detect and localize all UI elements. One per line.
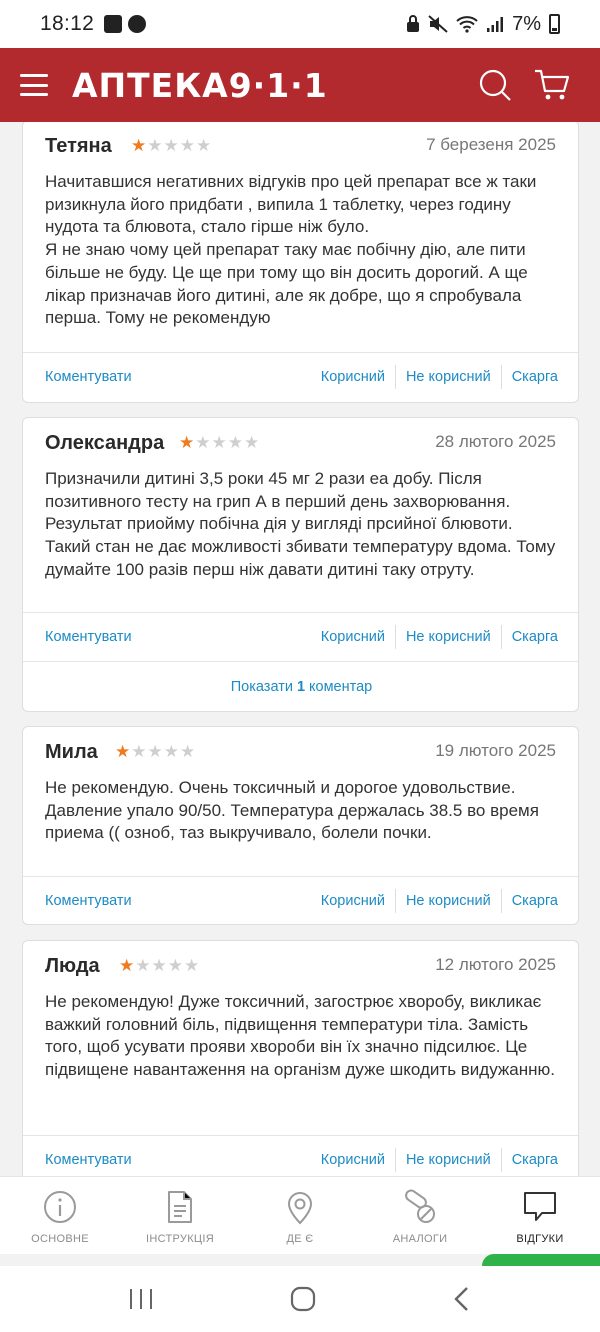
brand-logo[interactable]: АПТЕКА9·1·1 [72, 66, 328, 105]
star-empty-icon: ★ [196, 136, 212, 155]
complaint-button[interactable]: Скарга [512, 369, 558, 385]
review-author: Олександра [45, 432, 165, 454]
star-filled-icon: ★ [119, 956, 135, 975]
useful-button[interactable]: Корисний [321, 629, 385, 645]
star-empty-icon: ★ [180, 742, 196, 761]
review-text: Не рекомендую! Дуже токсичний, загострює… [45, 992, 555, 1080]
star-empty-icon: ★ [163, 742, 179, 761]
useful-button[interactable]: Корисний [321, 1152, 385, 1168]
review-date: 12 лютого 2025 [435, 955, 556, 974]
star-filled-icon: ★ [179, 433, 195, 452]
comments-count: 1 [296, 678, 306, 695]
search-icon[interactable] [478, 68, 512, 102]
pills-icon [405, 1189, 435, 1223]
star-empty-icon: ★ [179, 136, 195, 155]
star-empty-icon: ★ [195, 433, 211, 452]
comment-button[interactable]: Коментувати [45, 629, 132, 645]
menu-icon[interactable] [20, 74, 48, 96]
star-empty-icon: ★ [151, 956, 167, 975]
info-icon [44, 1191, 76, 1223]
tab-label: ВІДГУКИ [516, 1233, 564, 1245]
mute-icon [428, 15, 448, 33]
review-date: 28 лютого 2025 [435, 432, 556, 451]
bottom-tab-bar: ОСНОВНЕ ІНСТРУКЦІЯ ДЕ Є АНАЛОГИ ВІДГУКИ [0, 1176, 600, 1254]
tab-label: АНАЛОГИ [392, 1233, 448, 1245]
document-icon [168, 1191, 192, 1223]
useful-button[interactable]: Корисний [321, 893, 385, 909]
app-notification-icon [128, 15, 147, 33]
status-bar: 18:12 7% [0, 0, 600, 48]
review-text: Призначили дитині 3,5 роки 45 мг 2 рази … [45, 469, 556, 579]
chat-bubble-icon [524, 1192, 556, 1221]
not-useful-button[interactable]: Не корисний [406, 1152, 491, 1168]
lock-icon [407, 15, 420, 32]
star-empty-icon: ★ [244, 433, 260, 452]
review-author: Мила [45, 741, 98, 763]
comment-button[interactable]: Коментувати [45, 369, 132, 385]
star-empty-icon: ★ [211, 433, 227, 452]
review-actions: Коментувати Корисний Не корисний Скарга [23, 612, 578, 660]
not-useful-button[interactable]: Не корисний [406, 893, 491, 909]
comment-button[interactable]: Коментувати [45, 893, 132, 909]
star-empty-icon: ★ [131, 742, 147, 761]
star-empty-icon: ★ [167, 956, 183, 975]
star-filled-icon: ★ [115, 742, 131, 761]
star-empty-icon: ★ [135, 956, 151, 975]
star-empty-icon: ★ [227, 433, 243, 452]
tab-label: ОСНОВНЕ [31, 1233, 89, 1245]
tab-main[interactable]: ОСНОВНЕ [0, 1177, 120, 1254]
review-card: Олександра ★ ★ ★ ★ ★ 28 лютого 2025 Призначи… [22, 417, 579, 712]
useful-button[interactable]: Корисний [321, 369, 385, 385]
status-time: 18:12 [40, 12, 95, 35]
review-actions: Коментувати Корисний Не корисний Скарга [23, 352, 578, 400]
tab-instruction[interactable]: ІНСТРУКЦІЯ [120, 1177, 240, 1254]
review-text: Начитавшися негативних відгуків про цей … [45, 172, 537, 328]
back-icon[interactable] [452, 1286, 472, 1312]
tab-label: ДЕ Є [286, 1233, 314, 1245]
star-empty-icon: ★ [147, 742, 163, 761]
tab-reviews[interactable]: ВІДГУКИ [480, 1177, 600, 1254]
review-card: Тетяна ★ ★ ★ ★ ★ 7 березеня 2025 Начитавшися… [22, 122, 579, 403]
home-icon[interactable] [290, 1286, 316, 1312]
review-author: Люда [45, 955, 100, 977]
star-empty-icon: ★ [163, 136, 179, 155]
not-useful-button[interactable]: Не корисний [406, 369, 491, 385]
reviews-list[interactable]: Тетяна ★ ★ ★ ★ ★ 7 березеня 2025 Начитавшися… [0, 122, 600, 1176]
review-actions: Коментувати Корисний Не корисний Скарга [23, 876, 578, 924]
location-pin-icon [287, 1192, 313, 1225]
rating-stars: ★ ★ ★ ★ ★ [179, 434, 259, 451]
review-card: Мила ★ ★ ★ ★ ★ 19 лютого 2025 Не рекомендую.… [22, 726, 579, 925]
complaint-button[interactable]: Скарга [512, 629, 558, 645]
review-date: 19 лютого 2025 [435, 741, 556, 760]
tab-analogs[interactable]: АНАЛОГИ [360, 1177, 480, 1254]
review-card: Люда ★ ★ ★ ★ ★ 12 лютого 2025 Не рекомендую!… [22, 940, 579, 1176]
review-date: 7 березеня 2025 [426, 135, 556, 154]
star-filled-icon: ★ [131, 136, 147, 155]
tab-label: ІНСТРУКЦІЯ [146, 1233, 214, 1245]
review-text: Не рекомендую. Очень токсичный и дорогое… [45, 778, 539, 843]
comment-button[interactable]: Коментувати [45, 1152, 132, 1168]
complaint-button[interactable]: Скарга [512, 893, 558, 909]
system-nav-bar [0, 1266, 600, 1332]
rating-stars: ★ ★ ★ ★ ★ [115, 743, 195, 760]
star-empty-icon: ★ [147, 136, 163, 155]
tab-where-available[interactable]: ДЕ Є [240, 1177, 360, 1254]
rating-stars: ★ ★ ★ ★ ★ [131, 137, 211, 154]
complaint-button[interactable]: Скарга [512, 1152, 558, 1168]
review-author: Тетяна [45, 135, 112, 157]
floating-action-tab[interactable] [482, 1254, 600, 1266]
review-actions: Коментувати Корисний Не корисний Скарга [23, 1135, 578, 1176]
battery-icon [549, 14, 560, 34]
battery-percent: 7% [512, 12, 541, 35]
cart-icon[interactable] [534, 68, 570, 102]
rating-stars: ★ ★ ★ ★ ★ [119, 957, 199, 974]
signal-icon [487, 17, 504, 32]
app-header: АПТЕКА9·1·1 [0, 48, 600, 122]
star-empty-icon: ★ [184, 956, 200, 975]
show-comments-link[interactable]: Показати 1 коментар [23, 661, 578, 711]
wifi-icon [456, 16, 478, 33]
not-useful-button[interactable]: Не корисний [406, 629, 491, 645]
recent-apps-icon[interactable] [128, 1287, 154, 1311]
gallery-notification-icon [104, 15, 123, 33]
